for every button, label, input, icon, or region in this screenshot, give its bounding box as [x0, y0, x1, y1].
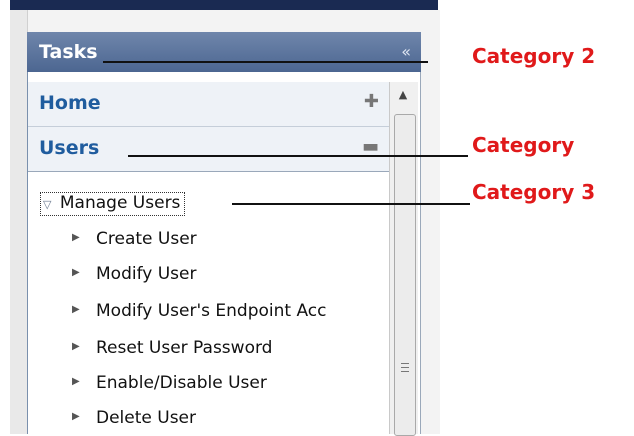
category-home[interactable]: Home ✚	[28, 82, 389, 127]
left-frame-edge	[10, 10, 28, 434]
group-manage-users-label: Manage Users	[59, 193, 181, 213]
item-arrow-icon: ▶	[72, 267, 80, 278]
tasks-title: Tasks	[39, 41, 98, 63]
category-home-label: Home	[39, 92, 101, 114]
task-item-label: Enable/Disable User	[96, 373, 267, 393]
scroll-thumb[interactable]	[394, 114, 416, 436]
group-manage-users[interactable]: ▽ Manage Users	[40, 192, 186, 216]
annotation-category2: Category 2	[472, 44, 596, 68]
annotation-line-category3	[232, 203, 470, 205]
annotation-category3: Category 3	[472, 180, 596, 204]
item-arrow-icon: ▶	[72, 232, 80, 243]
task-item-label: Delete User	[96, 408, 197, 428]
task-tree: ▽ Manage Users ▶ Create User ▶ Modify Us…	[28, 172, 389, 434]
collapse-panel-icon[interactable]: «	[401, 42, 411, 61]
task-item-label: Reset User Password	[96, 338, 273, 358]
category-users-label: Users	[39, 137, 100, 159]
item-arrow-icon: ▶	[72, 341, 80, 352]
annotation-line-category2	[103, 61, 428, 63]
expand-plus-icon[interactable]: ✚	[364, 91, 379, 112]
scroll-grip-icon	[401, 363, 409, 375]
scroll-up-arrow-icon[interactable]: ▲	[394, 86, 412, 104]
category-users[interactable]: Users ▬	[28, 127, 389, 172]
item-arrow-icon: ▶	[72, 304, 80, 315]
task-item-label: Create User	[96, 229, 197, 249]
collapse-minus-icon[interactable]: ▬	[362, 136, 379, 157]
top-window-bar	[10, 0, 438, 10]
item-arrow-icon: ▶	[72, 411, 80, 422]
task-item-label: Modify User	[96, 264, 197, 284]
task-item-label: Modify User's Endpoint Acc	[96, 301, 327, 321]
item-arrow-icon: ▶	[72, 376, 80, 387]
collapse-triangle-icon[interactable]: ▽	[43, 198, 51, 211]
tasks-header: Tasks «	[27, 32, 421, 72]
annotation-category: Category	[472, 133, 575, 157]
vertical-scrollbar[interactable]: ▲	[389, 82, 418, 436]
annotation-line-category	[128, 155, 468, 157]
